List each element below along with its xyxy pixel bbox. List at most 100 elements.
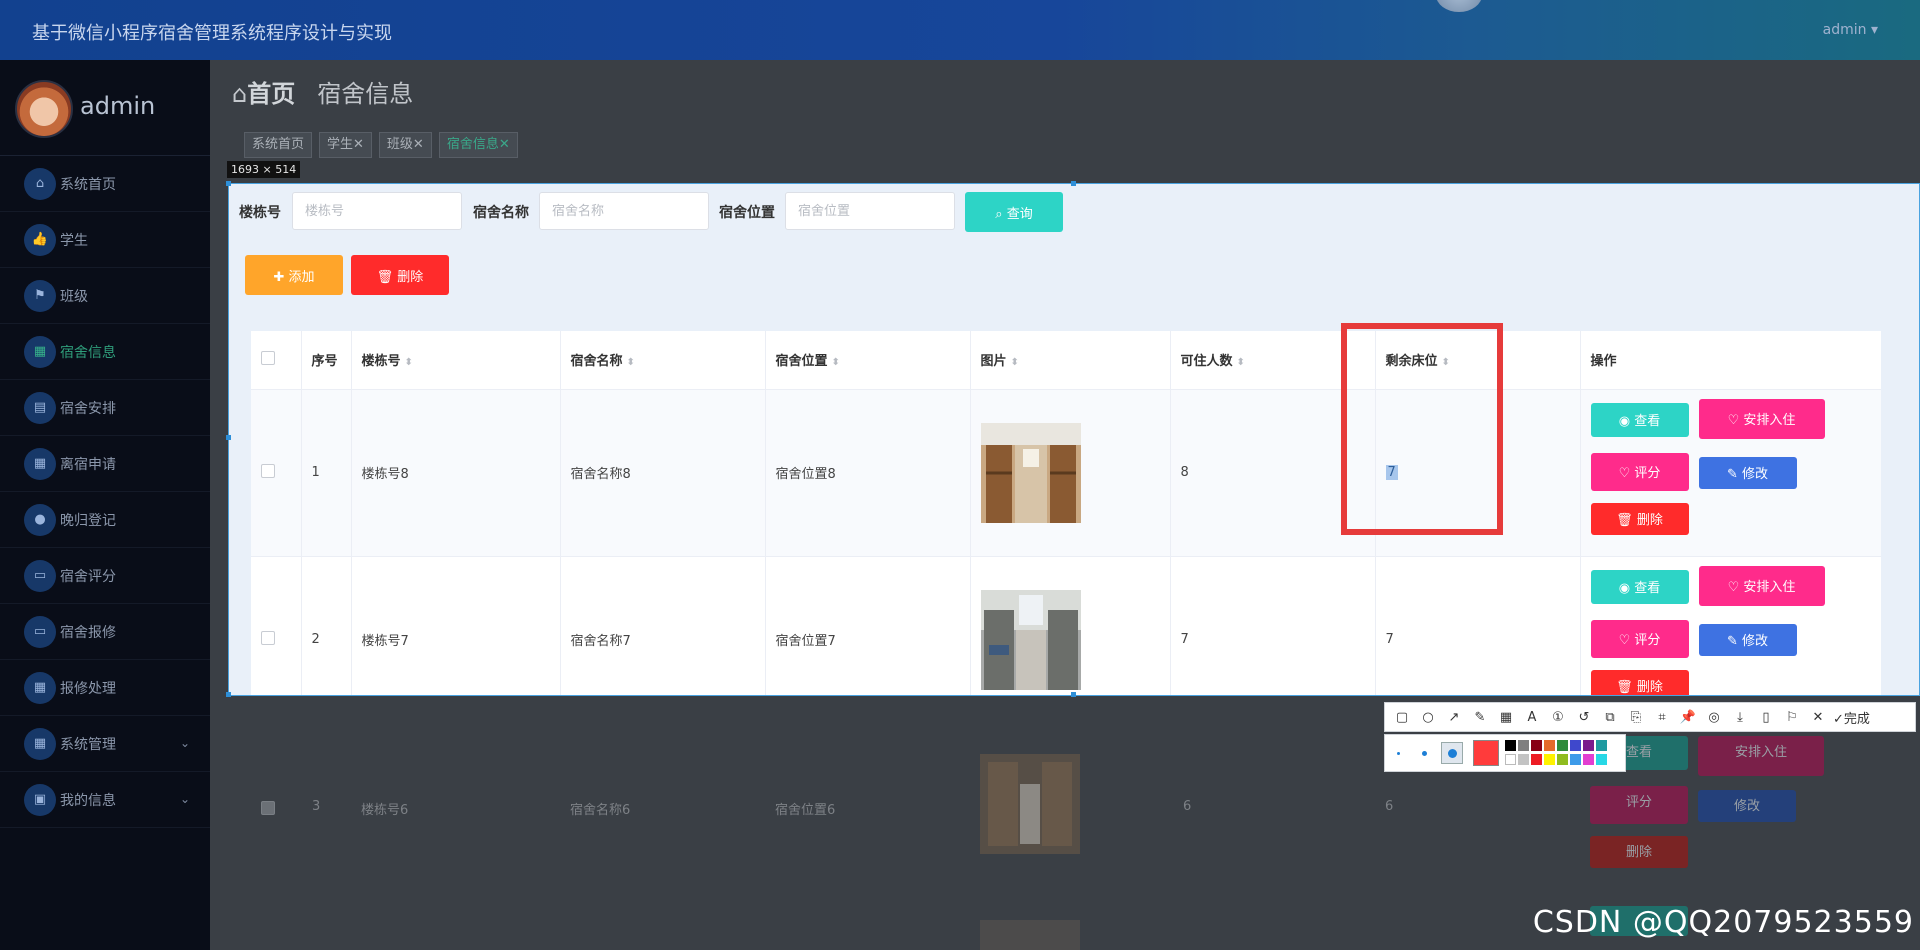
arrange-button[interactable]: ♡ 安排入住 <box>1698 398 1825 439</box>
resize-handle[interactable] <box>1071 181 1076 186</box>
color-swatch[interactable] <box>1505 740 1516 751</box>
ocr-icon[interactable]: ⌗ <box>1651 710 1673 725</box>
search-button[interactable]: ⌕ 查询 <box>965 192 1063 232</box>
dorm-name-input[interactable] <box>539 192 709 230</box>
sidebar-item-leave-apply[interactable]: ▦ 离宿申请 <box>0 436 210 492</box>
cell-actions: ◉ 查看 ♡ 安排入住 ♡ 评分 ✎ 修改 🗑 删除 <box>1580 389 1881 557</box>
tab-students[interactable]: 学生✕ <box>319 132 372 158</box>
rectangle-tool-icon[interactable]: ▢ <box>1391 710 1413 725</box>
rate-button[interactable]: 评分 <box>1590 786 1688 824</box>
mosaic-tool-icon[interactable]: ▦ <box>1495 710 1517 725</box>
arrange-button[interactable]: ♡ 安排入住 <box>1698 565 1825 606</box>
text-tool-icon[interactable]: A <box>1521 710 1543 725</box>
row-checkbox[interactable] <box>261 630 275 645</box>
crop-icon[interactable]: ⧉ <box>1599 710 1621 725</box>
edit-button[interactable]: ✎ 修改 <box>1698 623 1797 656</box>
color-swatch[interactable] <box>1570 740 1581 751</box>
arrange-button[interactable]: 安排入住 <box>1698 736 1824 776</box>
sidebar-item-repair[interactable]: ▭ 宿舍报修 <box>0 604 210 660</box>
view-button[interactable]: ◉ 查看 <box>1590 569 1689 604</box>
sidebar-item-students[interactable]: 👍 学生 <box>0 212 210 268</box>
rate-button[interactable]: ♡ 评分 <box>1590 619 1689 658</box>
done-button[interactable]: ✓完成 <box>1833 708 1870 727</box>
ellipse-tool-icon[interactable]: ○ <box>1417 710 1439 725</box>
sort-icon[interactable]: ⬍ <box>832 357 840 368</box>
color-swatch[interactable] <box>1583 740 1594 751</box>
delete-button[interactable]: 🗑 删除 <box>1590 669 1689 695</box>
edit-button[interactable]: 修改 <box>1698 790 1796 822</box>
color-swatch[interactable] <box>1544 740 1555 751</box>
size-large-option[interactable] <box>1441 742 1463 764</box>
download-icon[interactable]: ⤓ <box>1729 710 1751 725</box>
arrow-tool-icon[interactable]: ↗ <box>1443 710 1465 725</box>
color-swatch[interactable] <box>1518 754 1529 765</box>
color-swatch[interactable] <box>1531 754 1542 765</box>
undo-icon[interactable]: ↺ <box>1573 710 1595 725</box>
row-checkbox[interactable] <box>261 801 275 815</box>
header-dorm-name[interactable]: 宿舍名称 ⬍ <box>560 331 766 390</box>
dorm-photo[interactable] <box>980 589 1081 690</box>
color-swatch[interactable] <box>1544 754 1555 765</box>
color-swatch[interactable] <box>1505 754 1516 765</box>
size-small-option[interactable] <box>1397 752 1400 755</box>
record-icon[interactable]: ◎ <box>1703 710 1725 725</box>
select-all-checkbox[interactable] <box>261 350 275 365</box>
close-icon[interactable]: ✕ <box>1807 710 1829 725</box>
sort-icon[interactable]: ⬍ <box>1011 357 1019 368</box>
sidebar-item-system[interactable]: ▦ 系统管理 ⌄ <box>0 716 210 772</box>
dorm-photo[interactable] <box>980 422 1081 523</box>
color-swatch[interactable] <box>1570 754 1581 765</box>
delete-button[interactable]: 删除 <box>1590 836 1688 868</box>
number-tool-icon[interactable]: ① <box>1547 710 1569 725</box>
tab-home[interactable]: 系统首页 <box>244 132 313 158</box>
rate-button[interactable]: ♡ 评分 <box>1590 452 1689 491</box>
add-button[interactable]: ✚ 添加 <box>245 255 343 295</box>
size-medium-option[interactable] <box>1422 751 1427 756</box>
home-icon[interactable]: ⌂ <box>232 80 247 108</box>
delete-button[interactable]: 🗑 删除 <box>1590 502 1689 535</box>
sidebar-item-classes[interactable]: ⚑ 班级 <box>0 268 210 324</box>
color-swatch[interactable] <box>1518 740 1529 751</box>
sidebar-item-home[interactable]: ⌂ 系统首页 <box>0 156 210 212</box>
color-swatch[interactable] <box>1596 754 1607 765</box>
copy-icon[interactable]: ⎘ <box>1625 710 1647 725</box>
resize-handle[interactable] <box>1071 692 1076 697</box>
current-color-swatch[interactable] <box>1473 740 1499 766</box>
annotation-rectangle[interactable] <box>1341 323 1503 535</box>
row-checkbox[interactable] <box>261 463 275 478</box>
sidebar-item-dorm-info[interactable]: ▦ 宿舍信息 <box>0 324 210 380</box>
pen-tool-icon[interactable]: ✎ <box>1469 710 1491 725</box>
sidebar-item-dorm-rating[interactable]: ▭ 宿舍评分 <box>0 548 210 604</box>
phone-icon[interactable]: ▯ <box>1755 710 1777 725</box>
user-menu[interactable]: admin ▾ <box>1823 22 1878 38</box>
bookmark-icon[interactable]: ⚐ <box>1781 710 1803 725</box>
header-location[interactable]: 宿舍位置 ⬍ <box>765 331 971 390</box>
sort-icon[interactable]: ⬍ <box>405 357 413 368</box>
dorm-location-input[interactable] <box>785 192 955 230</box>
color-swatch[interactable] <box>1531 740 1542 751</box>
edit-button[interactable]: ✎ 修改 <box>1698 456 1797 489</box>
color-swatch[interactable] <box>1557 754 1568 765</box>
sort-icon[interactable]: ⬍ <box>627 357 635 368</box>
sidebar-item-dorm-arrange[interactable]: ▤ 宿舍安排 <box>0 380 210 436</box>
sort-icon[interactable]: ⬍ <box>1237 357 1245 368</box>
resize-handle[interactable] <box>226 181 231 186</box>
view-button[interactable]: ◉ 查看 <box>1590 402 1689 437</box>
building-input[interactable] <box>292 192 462 230</box>
breadcrumb-home[interactable]: 首页 <box>247 80 295 108</box>
pin-icon[interactable]: 📌 <box>1677 710 1699 725</box>
resize-handle[interactable] <box>226 435 231 440</box>
tab-classes[interactable]: 班级✕ <box>378 132 432 158</box>
sidebar-item-repair-handle[interactable]: ▦ 报修处理 <box>0 660 210 716</box>
header-photo[interactable]: 图片 ⬍ <box>970 331 1171 390</box>
header-building[interactable]: 楼栋号 ⬍ <box>351 331 561 390</box>
batch-delete-button[interactable]: 🗑 删除 <box>351 255 449 295</box>
sidebar-item-late-return[interactable]: ● 晚归登记 <box>0 492 210 548</box>
screenshot-selection[interactable]: 楼栋号 宿舍名称 宿舍位置 ⌕ 查询 ✚ 添加 🗑 删除 序号 楼栋号 ⬍ 宿舍名… <box>228 183 1920 696</box>
tab-dorm-info[interactable]: 宿舍信息✕ <box>438 132 518 158</box>
resize-handle[interactable] <box>226 692 231 697</box>
color-swatch[interactable] <box>1583 754 1594 765</box>
color-swatch[interactable] <box>1596 740 1607 751</box>
sidebar-item-my-info[interactable]: ▣ 我的信息 ⌄ <box>0 772 210 828</box>
color-swatch[interactable] <box>1557 740 1568 751</box>
